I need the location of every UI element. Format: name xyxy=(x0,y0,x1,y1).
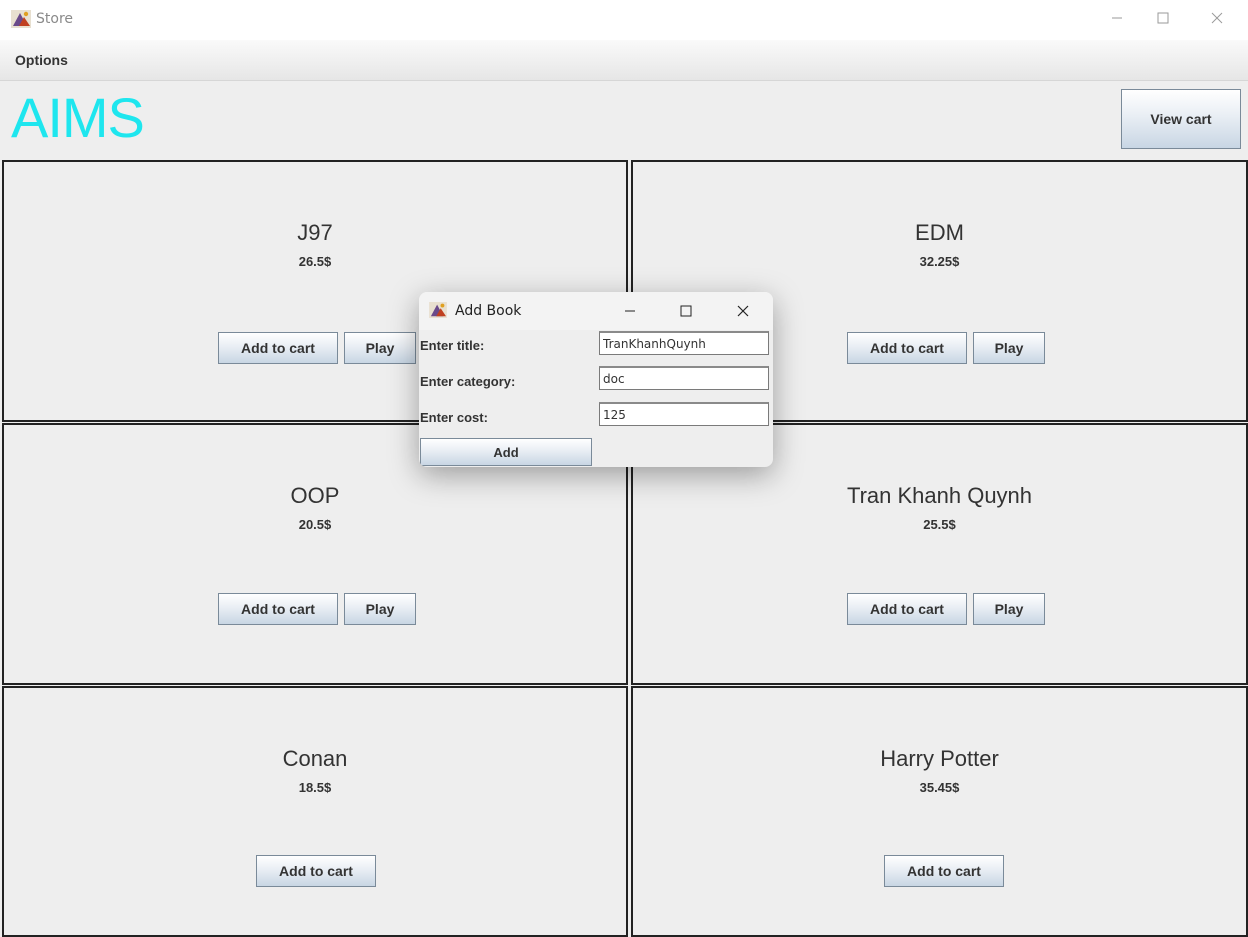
minimize-icon xyxy=(1112,17,1122,19)
add-to-cart-button[interactable]: Add to cart xyxy=(847,332,967,364)
category-label: Enter category: xyxy=(420,374,516,389)
add-to-cart-button[interactable]: Add to cart xyxy=(256,855,376,887)
add-to-cart-button[interactable]: Add to cart xyxy=(847,593,967,625)
add-to-cart-button[interactable]: Add to cart xyxy=(884,855,1004,887)
add-to-cart-button[interactable]: Add to cart xyxy=(218,332,338,364)
view-cart-button[interactable]: View cart xyxy=(1121,89,1241,149)
add-book-button[interactable]: Add xyxy=(420,438,592,466)
product-price: 26.5$ xyxy=(298,254,332,269)
category-input[interactable] xyxy=(599,366,769,390)
play-button[interactable]: Play xyxy=(973,332,1045,364)
cost-label: Enter cost: xyxy=(420,410,488,425)
maximize-button[interactable] xyxy=(1140,0,1186,36)
java-app-icon xyxy=(11,10,31,28)
product-title: OOP xyxy=(290,483,340,508)
product-card: Conan 18.5$ Add to cart xyxy=(2,686,628,937)
dialog-close-button[interactable] xyxy=(732,300,754,322)
product-title: Tran Khanh Quynh xyxy=(846,483,1033,508)
minimize-button[interactable] xyxy=(1094,0,1140,36)
close-button[interactable] xyxy=(1194,0,1240,36)
minimize-icon xyxy=(625,310,635,312)
add-to-cart-button[interactable]: Add to cart xyxy=(218,593,338,625)
title-label: Enter title: xyxy=(420,338,485,353)
title-input[interactable] xyxy=(599,331,769,355)
menu-options[interactable]: Options xyxy=(15,52,68,68)
product-title: Harry Potter xyxy=(880,746,999,771)
close-icon xyxy=(1211,12,1223,24)
window-title: Store xyxy=(36,11,74,27)
menu-bar: Options xyxy=(0,40,1248,81)
maximize-icon xyxy=(1157,12,1169,24)
maximize-icon xyxy=(680,305,692,317)
product-price: 18.5$ xyxy=(298,780,332,795)
play-button[interactable]: Play xyxy=(973,593,1045,625)
dialog-maximize-button[interactable] xyxy=(675,300,697,322)
product-title: Conan xyxy=(282,746,348,771)
add-book-dialog: Add Book Enter title: Enter category: En… xyxy=(419,292,773,467)
store-header: AIMS View cart xyxy=(0,81,1248,159)
dialog-minimize-button[interactable] xyxy=(619,300,641,322)
product-title: J97 xyxy=(297,220,333,245)
product-grid: J97 26.5$ Add to cart Play EDM 32.25$ Ad… xyxy=(0,159,1248,937)
dialog-titlebar: Add Book xyxy=(419,292,773,330)
play-button[interactable]: Play xyxy=(344,332,416,364)
cost-input[interactable] xyxy=(599,402,769,426)
java-app-icon xyxy=(429,302,447,318)
play-button[interactable]: Play xyxy=(344,593,416,625)
dialog-title: Add Book xyxy=(455,303,522,319)
product-price: 20.5$ xyxy=(298,517,332,532)
product-price: 32.25$ xyxy=(919,254,960,269)
product-price: 25.5$ xyxy=(923,517,956,532)
product-card: Harry Potter 35.45$ Add to cart xyxy=(631,686,1248,937)
store-logo: AIMS xyxy=(11,86,145,149)
product-title: EDM xyxy=(915,220,964,245)
close-icon xyxy=(737,305,749,317)
product-price: 35.45$ xyxy=(919,780,960,795)
window-titlebar: Store xyxy=(0,0,1248,40)
